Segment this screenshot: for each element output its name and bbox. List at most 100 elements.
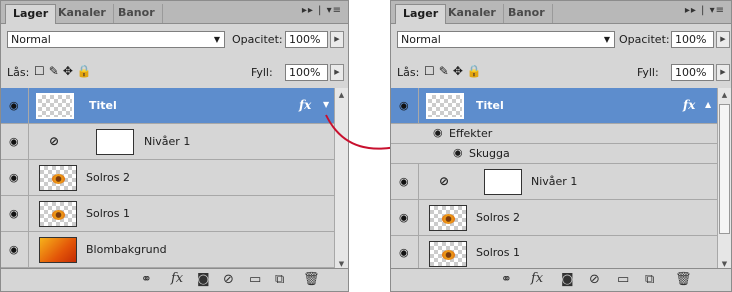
layer-solros1[interactable]: ◉ Solros 1 [391, 236, 717, 271]
visibility-eye-icon[interactable]: ◉ [1, 160, 29, 195]
effect-label: Skugga [469, 147, 510, 160]
adjustment-icon: ⊘ [49, 134, 60, 148]
scroll-up-icon[interactable]: ▲ [335, 88, 348, 102]
scrollbar-thumb[interactable] [719, 104, 730, 234]
layer-thumbnail [39, 165, 77, 191]
adjustment-layer-icon[interactable]: ⊘ [589, 272, 600, 287]
delete-layer-icon[interactable]: 🗑 [303, 272, 320, 287]
layers-panel-after: Lager Kanaler Banor ▸▸ | ▾≡ Normal ▼ Opa… [390, 0, 732, 292]
panel-menu-icon[interactable]: ▸▸ | ▾≡ [685, 5, 725, 16]
layer-blombakgrund[interactable]: ◉ Blombakgrund [1, 232, 334, 268]
layer-thumbnail [429, 241, 467, 267]
fx-icon[interactable]: fx [299, 98, 311, 112]
layer-name: Titel [89, 98, 117, 112]
opacity-stepper[interactable]: ▶ [330, 31, 344, 48]
tab-banor[interactable]: Banor [111, 4, 163, 23]
visibility-eye-icon[interactable]: ◉ [391, 88, 419, 123]
visibility-eye-icon[interactable]: ◉ [391, 164, 419, 199]
layer-thumbnail [426, 93, 464, 119]
new-group-icon[interactable]: ▭ [249, 272, 261, 287]
layer-name: Solros 1 [476, 246, 521, 259]
add-mask-icon[interactable]: ◙ [561, 272, 574, 287]
visibility-eye-icon[interactable]: ◉ [433, 126, 443, 139]
new-layer-icon[interactable]: ⧉ [275, 272, 284, 287]
fill-input[interactable]: 100% [285, 64, 328, 81]
layer-solros2[interactable]: ◉ Solros 2 [1, 160, 334, 196]
blend-mode-value: Normal [401, 33, 441, 46]
layer-thumbnail [36, 93, 74, 119]
lock-label: Lås: [7, 66, 30, 79]
fill-stepper[interactable]: ▶ [716, 64, 730, 81]
fx-icon[interactable]: fx [683, 98, 695, 112]
layer-name: Solros 1 [86, 206, 131, 220]
effect-drop-shadow-row[interactable]: ◉ Skugga [391, 144, 717, 164]
layer-name: Titel [476, 98, 504, 112]
fill-label: Fyll: [637, 66, 659, 79]
fill-input[interactable]: 100% [671, 64, 714, 81]
add-mask-icon[interactable]: ◙ [197, 272, 210, 287]
layer-name: Nivåer 1 [531, 174, 578, 188]
panel-tabbar: Lager Kanaler Banor ▸▸ | ▾≡ [391, 1, 731, 24]
scrollbar[interactable]: ▲ ▼ [717, 88, 731, 271]
visibility-eye-icon[interactable]: ◉ [391, 200, 419, 235]
visibility-eye-icon[interactable]: ◉ [1, 232, 29, 267]
link-layers-icon[interactable]: ⚭ [501, 272, 512, 287]
panel-tabbar: Lager Kanaler Banor ▸▸ | ▾≡ [1, 1, 348, 24]
lock-icons[interactable]: ☐✎✥🔒 [424, 64, 486, 78]
blend-mode-select[interactable]: Normal ▼ [397, 31, 615, 48]
lock-row: Lås: ☐✎✥🔒 Fyll: 100% ▶ [391, 57, 731, 87]
layer-solros2[interactable]: ◉ Solros 2 [391, 200, 717, 236]
layer-thumbnail [39, 237, 77, 263]
panel-bottom-bar: ⚭ fx ◙ ⊘ ▭ ⧉ 🗑 [391, 268, 731, 291]
layer-thumbnail [39, 201, 77, 227]
adjustment-layer-icon[interactable]: ⊘ [223, 272, 234, 287]
add-style-icon[interactable]: fx [531, 271, 543, 286]
panel-menu-icon[interactable]: ▸▸ | ▾≡ [302, 5, 342, 16]
blend-mode-value: Normal [11, 33, 51, 46]
new-layer-icon[interactable]: ⧉ [645, 272, 654, 287]
dropdown-arrow-icon: ▼ [603, 35, 610, 44]
collapse-effects-icon[interactable]: ▲ [705, 99, 711, 109]
visibility-eye-icon[interactable]: ◉ [1, 88, 29, 123]
layer-thumbnail [429, 205, 467, 231]
layer-name: Solros 2 [476, 210, 521, 224]
visibility-eye-icon[interactable]: ◉ [391, 236, 419, 270]
tab-banor[interactable]: Banor [501, 4, 553, 23]
lock-row: Lås: ☐✎✥🔒 Fyll: 100% ▶ [1, 57, 348, 87]
layer-titel[interactable]: ◉ Titel fx ▲ [391, 88, 717, 124]
delete-layer-icon[interactable]: 🗑 [675, 272, 692, 287]
visibility-eye-icon[interactable]: ◉ [1, 124, 29, 159]
effects-group-row[interactable]: ◉ Effekter [391, 124, 717, 144]
opacity-label: Opacitet: [619, 33, 670, 46]
mask-thumbnail [96, 129, 134, 155]
layer-nivaer[interactable]: ◉ ⊘ Nivåer 1 [391, 164, 717, 200]
tab-kanaler[interactable]: Kanaler [441, 4, 504, 23]
opacity-input[interactable]: 100% [285, 31, 328, 48]
layer-nivaer[interactable]: ◉ ⊘ Nivåer 1 [1, 124, 334, 160]
layer-list: ◉ Titel fx ▼ ◉ ⊘ Nivåer 1 ◉ Solros 2 ◉ S… [1, 88, 348, 271]
panel-bottom-bar: ⚭ fx ◙ ⊘ ▭ ⧉ 🗑 [1, 268, 348, 291]
adjustment-icon: ⊘ [439, 174, 450, 188]
lock-icons[interactable]: ☐✎✥🔒 [34, 64, 96, 78]
blend-mode-select[interactable]: Normal ▼ [7, 31, 225, 48]
blend-row: Normal ▼ Opacitet: 100% ▶ [391, 24, 731, 54]
add-style-icon[interactable]: fx [171, 271, 183, 286]
new-group-icon[interactable]: ▭ [617, 272, 629, 287]
link-layers-icon[interactable]: ⚭ [141, 272, 152, 287]
layer-list: ◉ Titel fx ▲ ◉ Effekter ◉ Skugga ◉ ⊘ Niv… [391, 88, 731, 271]
visibility-eye-icon[interactable]: ◉ [453, 146, 463, 159]
tab-lager[interactable]: Lager [5, 4, 57, 24]
visibility-eye-icon[interactable]: ◉ [1, 196, 29, 231]
layer-titel[interactable]: ◉ Titel fx ▼ [1, 88, 334, 124]
scroll-up-icon[interactable]: ▲ [718, 88, 731, 102]
tab-lager[interactable]: Lager [395, 4, 447, 24]
fill-label: Fyll: [251, 66, 273, 79]
lock-label: Lås: [397, 66, 420, 79]
opacity-input[interactable]: 100% [671, 31, 714, 48]
opacity-stepper[interactable]: ▶ [716, 31, 730, 48]
opacity-label: Opacitet: [232, 33, 283, 46]
dropdown-arrow-icon: ▼ [213, 35, 220, 44]
layer-solros1[interactable]: ◉ Solros 1 [1, 196, 334, 232]
tab-kanaler[interactable]: Kanaler [51, 4, 114, 23]
fill-stepper[interactable]: ▶ [330, 64, 344, 81]
